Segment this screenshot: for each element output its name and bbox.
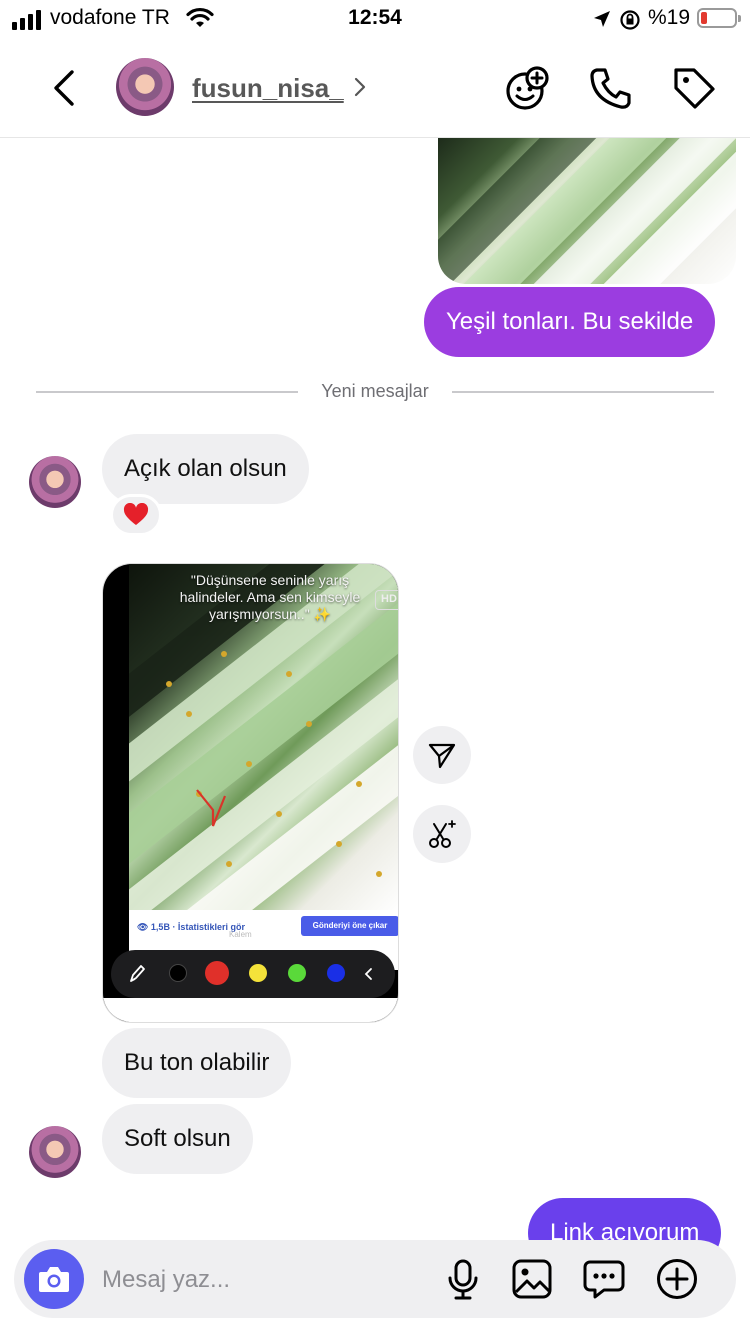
- gallery-icon[interactable]: [510, 1257, 554, 1301]
- new-messages-divider: Yeni mesajlar: [36, 380, 714, 404]
- tag-icon[interactable]: [670, 64, 718, 112]
- chat-header: fusun_nisa_: [0, 40, 750, 138]
- forward-icon: [428, 743, 456, 769]
- chevron-right-icon[interactable]: [352, 76, 368, 98]
- sent-message[interactable]: Yeşil tonları. Bu sekilde: [424, 287, 716, 357]
- camera-icon: [39, 1267, 69, 1292]
- message-composer: [14, 1240, 736, 1318]
- back-icon[interactable]: [42, 64, 86, 112]
- color-swatch: [169, 964, 187, 982]
- effects-icon[interactable]: [503, 64, 551, 112]
- location-icon: [594, 11, 610, 27]
- forward-button[interactable]: [413, 726, 471, 784]
- screenshot-photo: "Düşünsene seninle yarış halindeler. Ama…: [129, 564, 398, 910]
- battery-percent: %19: [648, 6, 691, 29]
- avatar[interactable]: [29, 1126, 81, 1178]
- sticker-icon[interactable]: [582, 1257, 626, 1301]
- plus-icon[interactable]: [655, 1257, 699, 1301]
- scissors-icon: [429, 820, 456, 848]
- received-message[interactable]: Soft olsun: [102, 1104, 253, 1174]
- divider-label: Yeni mesajlar: [321, 381, 429, 401]
- status-bar: vodafone TR 12:54 %19: [0, 0, 750, 40]
- screenshot-caption: "Düşünsene seninle yarış halindeler. Ama…: [179, 572, 361, 622]
- received-message[interactable]: Bu ton olabilir: [102, 1028, 292, 1098]
- pen-toolbar: [111, 950, 395, 998]
- avatar[interactable]: [116, 58, 174, 116]
- avatar[interactable]: [29, 456, 81, 508]
- rotation-lock-icon: [620, 10, 640, 30]
- message-text: Bu ton olabilir: [124, 1049, 270, 1076]
- hd-badge: HD: [375, 590, 398, 610]
- message-text: Yeşil tonları. Bu sekilde: [446, 308, 694, 335]
- pen-icon: [130, 965, 145, 982]
- color-swatch: [327, 964, 345, 982]
- promote-button: Gönderiyi öne çıkar: [301, 916, 398, 936]
- message-text: Açık olan olsun: [124, 455, 287, 482]
- shared-screenshot-message[interactable]: "Düşünsene seninle yarış halindeler. Ama…: [102, 563, 399, 1023]
- screenshot-bottom: [103, 998, 398, 1022]
- chat-username[interactable]: fusun_nisa_: [192, 73, 344, 104]
- cutout-button[interactable]: [413, 805, 471, 863]
- battery-icon: [697, 8, 741, 28]
- pen-hint: Kalem: [229, 930, 252, 939]
- message-text: Soft olsun: [124, 1125, 231, 1152]
- color-swatch: [205, 961, 229, 985]
- chevron-left-icon: [364, 968, 372, 980]
- heart-icon: [123, 503, 149, 525]
- color-swatch: [249, 964, 267, 982]
- camera-button[interactable]: [24, 1249, 84, 1309]
- heart-reaction[interactable]: [110, 494, 162, 536]
- color-swatch: [288, 964, 306, 982]
- message-input[interactable]: [102, 1264, 432, 1296]
- sent-image-message[interactable]: [438, 138, 736, 284]
- microphone-icon[interactable]: [441, 1257, 485, 1301]
- home-indicator: [0, 1328, 750, 1334]
- phone-icon[interactable]: [587, 64, 635, 112]
